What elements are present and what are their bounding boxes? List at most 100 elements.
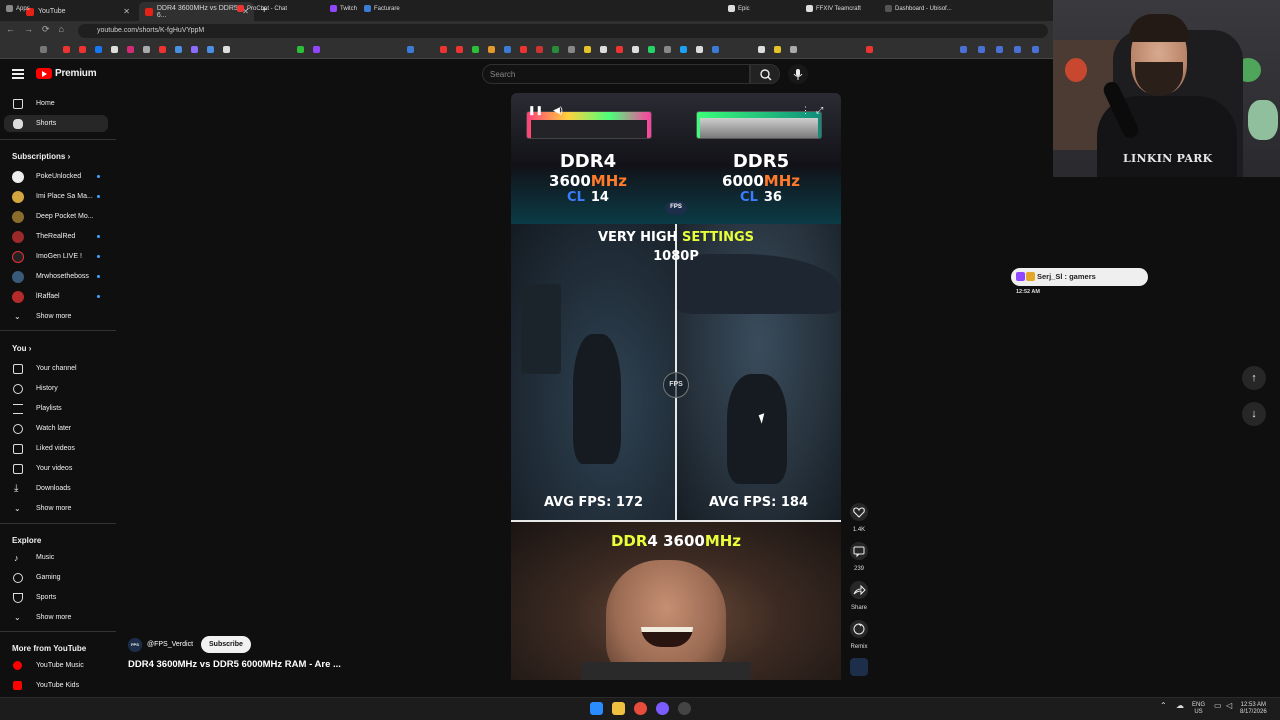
discord-icon[interactable]: [656, 702, 669, 715]
bookmark-icon[interactable]: [520, 46, 527, 53]
sidebar-item-gaming[interactable]: Gaming: [4, 569, 108, 586]
bookmark-icon[interactable]: [536, 46, 543, 53]
bookmark-icon[interactable]: [440, 46, 447, 53]
more-options-icon[interactable]: ⋮: [801, 105, 810, 116]
bookmark-ffxiv[interactable]: FFXIV Teamcraft: [806, 5, 861, 12]
bookmark-icon[interactable]: [680, 46, 687, 53]
menu-icon[interactable]: [12, 69, 24, 79]
sidebar-item-home[interactable]: Home: [4, 95, 108, 112]
you-heading[interactable]: You ›: [12, 344, 31, 353]
bookmark-icon[interactable]: [774, 46, 781, 53]
bookmark-icon[interactable]: [143, 46, 150, 53]
sidebar-item-sports[interactable]: Sports: [4, 589, 108, 606]
bookmark-icon[interactable]: [866, 46, 873, 53]
sidebar-item-your-videos[interactable]: Your videos: [4, 460, 108, 477]
bookmark-icon[interactable]: [191, 46, 198, 53]
bookmark-icon[interactable]: [207, 46, 214, 53]
search-input[interactable]: Search: [482, 64, 750, 84]
bookmark-icon[interactable]: [111, 46, 118, 53]
bookmark-icon[interactable]: [313, 46, 320, 53]
youtube-premium-logo[interactable]: Premium: [36, 68, 97, 79]
pause-icon[interactable]: ❚❚: [528, 105, 543, 116]
next-short-button[interactable]: ↓: [1242, 402, 1266, 426]
bookmark-dashboard[interactable]: Dashboard - Ubisof...: [885, 5, 952, 12]
volume-icon[interactable]: ◀): [553, 105, 563, 116]
bookmark-icon[interactable]: [63, 46, 70, 53]
display-icon[interactable]: ▭: [1214, 702, 1222, 710]
comments-button[interactable]: [850, 542, 868, 560]
bookmark-icon[interactable]: [664, 46, 671, 53]
bookmark-twitch[interactable]: Twitch: [330, 5, 357, 12]
language-indicator[interactable]: ENG US: [1192, 702, 1205, 716]
bookmark-icon[interactable]: [175, 46, 182, 53]
channel-thumbnail[interactable]: [850, 658, 868, 676]
subscriptions-heading[interactable]: Subscriptions ›: [12, 152, 70, 161]
bookmark-icon[interactable]: [648, 46, 655, 53]
bookmark-icon[interactable]: [790, 46, 797, 53]
bookmark-icon[interactable]: [568, 46, 575, 53]
bookmark-icon[interactable]: [504, 46, 511, 53]
sidebar-item-subscription[interactable]: Imi Place Sa Ma...: [4, 188, 108, 205]
url-bar[interactable]: youtube.com/shorts/K-fgHuVYppM: [78, 24, 1048, 38]
sidebar-item-subscription[interactable]: TheRealRed: [4, 228, 108, 245]
search-button[interactable]: [750, 64, 780, 84]
cloud-icon[interactable]: ☁: [1176, 702, 1184, 710]
bookmark-icon[interactable]: [407, 46, 414, 53]
fullscreen-icon[interactable]: ⤢: [816, 105, 823, 116]
shorts-video-player[interactable]: ❚❚ ◀) ⋮ ⤢ DDR4 3600MHz CL 14 DDR5 6000MHz…: [511, 93, 841, 680]
sidebar-item-history[interactable]: History: [4, 380, 108, 397]
voice-search-button[interactable]: [788, 64, 808, 84]
sidebar-item-music[interactable]: ♪ Music: [4, 549, 108, 566]
sidebar-item-subscription[interactable]: Mrwhosetheboss: [4, 268, 108, 285]
bookmark-facturare[interactable]: Facturare: [364, 5, 400, 12]
bookmark-apps[interactable]: Apps: [6, 5, 30, 12]
bookmark-icon[interactable]: [978, 46, 985, 53]
bookmark-icon[interactable]: [758, 46, 765, 53]
video-title[interactable]: DDR4 3600MHz vs DDR5 6000MHz RAM - Are .…: [128, 659, 341, 670]
navigation-buttons[interactable]: ←→⟳⌂: [6, 24, 73, 35]
file-explorer-icon[interactable]: [612, 702, 625, 715]
bookmark-icon[interactable]: [696, 46, 703, 53]
bookmark-icon[interactable]: [584, 46, 591, 53]
bookmark-icon[interactable]: [456, 46, 463, 53]
show-more-you[interactable]: ⌄ Show more: [4, 500, 108, 517]
bookmark-icon[interactable]: [552, 46, 559, 53]
sidebar-item-subscription[interactable]: Deep Pocket Mo...: [4, 208, 108, 225]
bookmark-icon[interactable]: [472, 46, 479, 53]
bookmark-icon[interactable]: [127, 46, 134, 53]
show-more-subscriptions[interactable]: ⌄ Show more: [4, 308, 108, 325]
sidebar-item-liked-videos[interactable]: Liked videos: [4, 440, 108, 457]
show-more-explore[interactable]: ⌄ Show more: [4, 609, 108, 626]
sidebar-item-youtube-music[interactable]: YouTube Music: [4, 657, 108, 674]
subscribe-button[interactable]: Subscribe: [201, 636, 251, 653]
sidebar-item-subscription[interactable]: PokeUnlocked: [4, 168, 108, 185]
bookmark-epic[interactable]: Epic: [728, 5, 750, 12]
bookmark-icon[interactable]: [616, 46, 623, 53]
sidebar-item-watch-later[interactable]: Watch later: [4, 420, 108, 437]
sidebar-item-youtube-kids[interactable]: YouTube Kids: [4, 677, 108, 694]
sidebar-item-subscription[interactable]: ImoGen LIVE !: [4, 248, 108, 265]
chrome-icon[interactable]: [634, 702, 647, 715]
bookmark-icon[interactable]: [223, 46, 230, 53]
channel-handle[interactable]: @FPS_Verdict: [147, 641, 193, 648]
bookmark-icon[interactable]: [960, 46, 967, 53]
sidebar-item-subscription[interactable]: lRaffael: [4, 288, 108, 305]
bookmark-icon[interactable]: [1014, 46, 1021, 53]
like-button[interactable]: [850, 503, 868, 521]
bookmark-icon[interactable]: [712, 46, 719, 53]
sidebar-item-downloads[interactable]: ⤓ Downloads: [4, 480, 108, 497]
sidebar-item-playlists[interactable]: Playlists: [4, 400, 108, 417]
bookmark-icon[interactable]: [1032, 46, 1039, 53]
windows-start-icon[interactable]: [590, 702, 603, 715]
bookmark-icon[interactable]: [79, 46, 86, 53]
share-button[interactable]: [850, 581, 868, 599]
tab-youtube[interactable]: YouTube ✕: [20, 2, 135, 21]
sidebar-item-your-channel[interactable]: Your channel: [4, 360, 108, 377]
bookmark-icon[interactable]: [632, 46, 639, 53]
bookmark-icon[interactable]: [297, 46, 304, 53]
bookmark-icon[interactable]: [488, 46, 495, 53]
bookmark-icon[interactable]: [159, 46, 166, 53]
clock[interactable]: 12:53 AM 8/17/2026: [1240, 702, 1267, 716]
bookmark-icon[interactable]: [996, 46, 1003, 53]
remix-button[interactable]: [850, 620, 868, 638]
